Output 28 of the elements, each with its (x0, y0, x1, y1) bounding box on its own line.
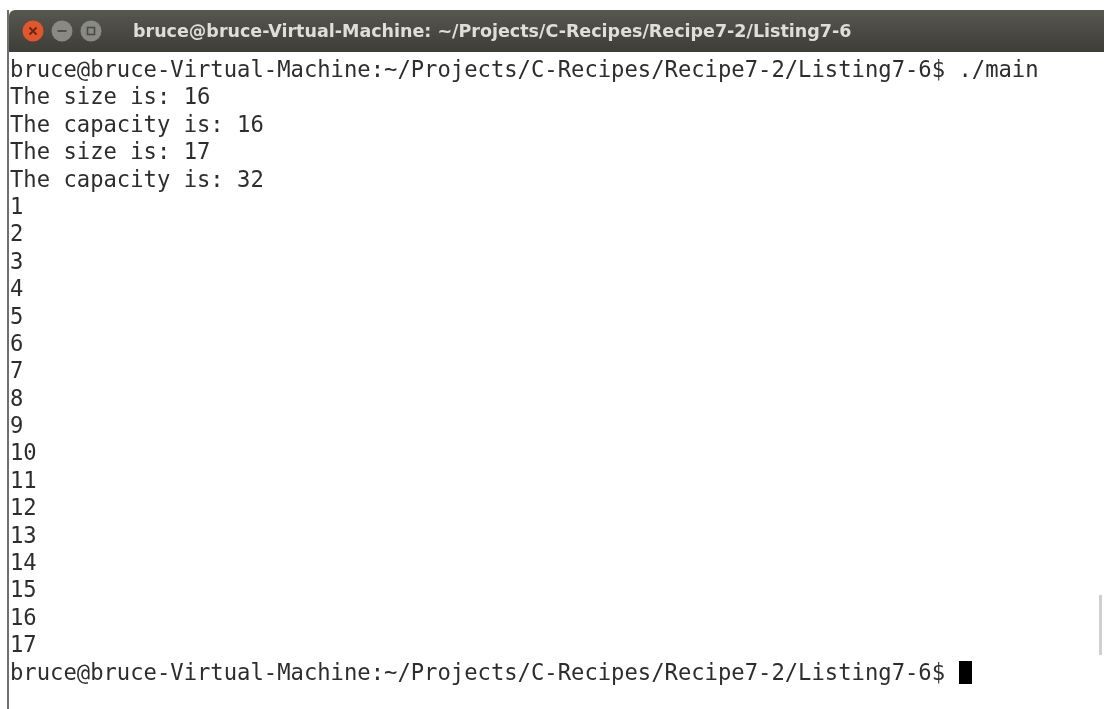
terminal-line: 5 (10, 302, 25, 330)
terminal-line: 4 (10, 275, 25, 303)
terminal-line: 7 (10, 357, 25, 385)
minimize-icon[interactable] (51, 20, 73, 42)
terminal-line: 6 (10, 329, 25, 358)
terminal-line: 2 (10, 220, 25, 248)
terminal-line: bruce@bruce-Virtual-Machine:~/Projects/C-Recipes/Recipe7-2/Listing7-6$ ./main (10, 56, 1040, 84)
terminal-prompt: bruce@bruce-Virtual-Machine:~/Projects/C-Recipes/Recipe7-2/Listing7-6$ (10, 658, 946, 686)
maximize-icon[interactable] (80, 20, 102, 42)
terminal-line: 16 (10, 603, 38, 632)
close-icon[interactable] (22, 20, 44, 42)
terminal-line: 8 (10, 384, 25, 413)
terminal-line: 15 (10, 576, 38, 604)
terminal-line: 17 (10, 631, 38, 659)
terminal-line: 14 (10, 549, 38, 577)
terminal-line: 12 (10, 494, 38, 522)
terminal-line: 13 (10, 521, 38, 550)
terminal-line: The capacity is: 16 (10, 110, 265, 139)
scrollbar[interactable] (1099, 595, 1102, 655)
terminal-line: The size is: 16 (10, 83, 212, 111)
terminal-line: 11 (10, 466, 38, 495)
terminal-line: 1 (10, 192, 25, 221)
terminal-line: The capacity is: 32 (10, 165, 265, 193)
terminal-line: 9 (10, 412, 25, 440)
terminal-line: 10 (10, 439, 38, 467)
terminal-line: The size is: 17 (10, 138, 212, 166)
window-title: bruce@bruce-Virtual-Machine: ~/Projects/C-Recipes/Recipe7-2/Listing7-6 (132, 21, 852, 41)
terminal-line: 3 (10, 247, 25, 276)
